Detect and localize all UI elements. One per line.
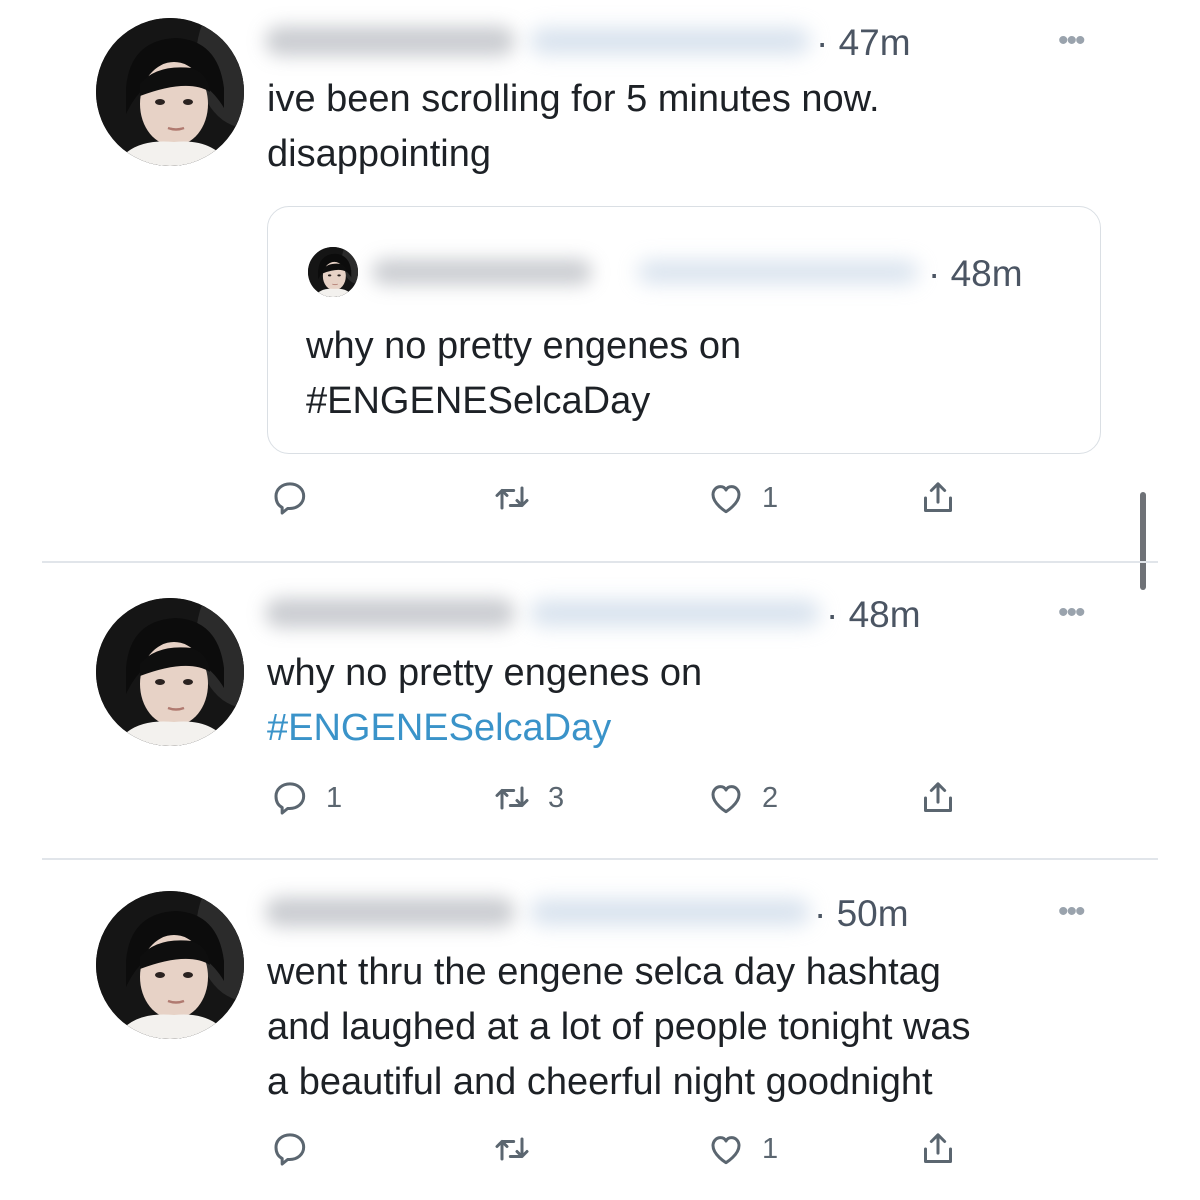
tweet-text-line: disappointing [267, 133, 491, 175]
like-button[interactable]: 2 [706, 778, 778, 818]
retweet-button[interactable] [492, 478, 548, 518]
tweet-1[interactable]: · 47m ••• ive been scrolling for 5 minut… [0, 0, 1200, 560]
share-icon [918, 778, 958, 818]
reply-button[interactable] [270, 1129, 326, 1169]
share-button[interactable] [918, 478, 958, 518]
tweet-time[interactable]: · 47m [816, 22, 911, 64]
quoted-text: why no pretty engenes on #ENGENESelcaDay [306, 319, 741, 429]
reply-icon [270, 1129, 310, 1169]
tweet-text-line: went thru the engene selca day hashtag [267, 951, 941, 993]
share-button[interactable] [918, 1129, 958, 1169]
tweet-text-line: a beautiful and cheerful night goodnight [267, 1061, 933, 1103]
hashtag-link[interactable]: #ENGENESelcaDay [267, 701, 702, 756]
retweet-button[interactable]: 3 [492, 778, 564, 818]
retweet-icon [492, 778, 532, 818]
like-count: 2 [762, 781, 779, 814]
tweet-text: ive been scrolling for 5 minutes now. di… [267, 72, 880, 182]
quoted-handle-blurred [638, 261, 918, 283]
handle-blurred [530, 600, 820, 626]
display-name-blurred[interactable] [265, 26, 515, 56]
tweet-text: went thru the engene selca day hashtag a… [267, 945, 971, 1110]
reply-count: 1 [326, 781, 343, 814]
tweet-actions: 1 [0, 1129, 1200, 1179]
quoted-avatar [308, 247, 358, 297]
tweet-3[interactable]: · 50m ••• went thru the engene selca day… [0, 859, 1200, 1200]
quoted-time: · 48m [928, 253, 1023, 294]
avatar[interactable] [96, 891, 244, 1039]
avatar[interactable] [96, 18, 244, 166]
quoted-tweet[interactable]: · 48m why no pretty engenes on #ENGENESe… [267, 206, 1101, 454]
reply-icon [270, 478, 310, 518]
quoted-display-name-blurred [372, 259, 592, 285]
tweet-text-line: ive been scrolling for 5 minutes now. [267, 78, 880, 120]
more-icon[interactable]: ••• [1058, 598, 1085, 628]
display-name-blurred[interactable] [265, 897, 515, 927]
like-icon [706, 478, 746, 518]
quoted-text-line: why no pretty engenes on [306, 325, 742, 367]
tweet-text-line: why no pretty engenes on [267, 652, 703, 694]
reply-icon [270, 778, 310, 818]
share-icon [918, 478, 958, 518]
more-icon[interactable]: ••• [1058, 897, 1085, 927]
like-icon [706, 1129, 746, 1169]
tweet-time[interactable]: · 50m [814, 893, 909, 935]
tweet-text: why no pretty engenes on #ENGENESelcaDay [267, 646, 702, 756]
display-name-blurred[interactable] [265, 598, 515, 628]
like-count: 1 [762, 1132, 779, 1165]
quoted-text-line: #ENGENESelcaDay [306, 380, 651, 422]
avatar[interactable] [96, 598, 244, 746]
like-icon [706, 778, 746, 818]
like-button[interactable]: 1 [706, 478, 778, 518]
share-button[interactable] [918, 778, 958, 818]
tweet-time[interactable]: · 48m [826, 594, 921, 636]
handle-blurred [530, 899, 810, 925]
like-count: 1 [762, 481, 779, 514]
tweet-2[interactable]: · 48m ••• why no pretty engenes on #ENGE… [0, 562, 1200, 858]
retweet-count: 3 [548, 781, 565, 814]
share-icon [918, 1129, 958, 1169]
tweet-actions: 1 [0, 478, 1200, 528]
reply-button[interactable]: 1 [270, 778, 342, 818]
handle-blurred [530, 28, 810, 54]
like-button[interactable]: 1 [706, 1129, 778, 1169]
tweet-text-line: and laughed at a lot of people tonight w… [267, 1006, 971, 1048]
retweet-button[interactable] [492, 1129, 548, 1169]
reply-button[interactable] [270, 478, 326, 518]
more-icon[interactable]: ••• [1058, 26, 1085, 56]
retweet-icon [492, 1129, 532, 1169]
retweet-icon [492, 478, 532, 518]
tweet-actions: 1 3 2 [0, 778, 1200, 828]
